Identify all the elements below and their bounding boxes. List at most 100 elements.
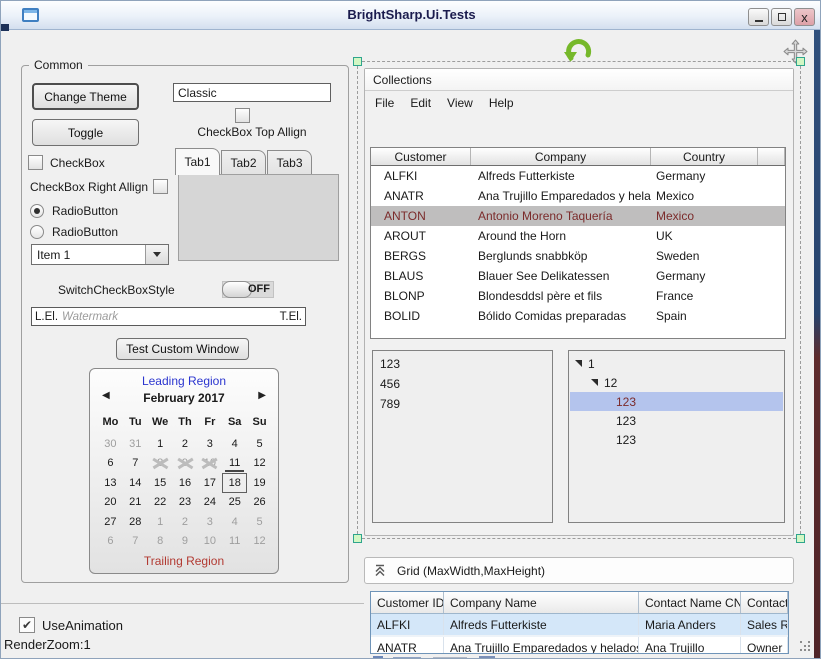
calendar-day[interactable]: 28 (123, 512, 148, 532)
calendar-day[interactable]: 17 (197, 473, 222, 493)
table-row[interactable]: BLAUSBlauer See DelikatessenGermany (371, 266, 785, 286)
theme-input[interactable]: Classic (173, 83, 331, 102)
table-row[interactable]: ANATRAna Trujillo Emparedados y heladosA… (371, 637, 788, 654)
resize-grip-icon[interactable] (800, 641, 812, 653)
table-row[interactable]: ALFKIAlfreds FutterkisteGermany (371, 166, 785, 186)
calendar-day[interactable]: 4 (222, 434, 247, 454)
calendar-day[interactable]: 19 (247, 473, 272, 493)
close-button[interactable]: x (794, 8, 815, 26)
column-header[interactable]: Country (651, 148, 758, 165)
calendar-day[interactable]: 21 (123, 493, 148, 513)
table-cell[interactable]: Mexico (651, 186, 758, 206)
tree-expander-icon[interactable] (591, 379, 598, 386)
checkbox-top-align[interactable] (235, 108, 250, 123)
calendar-day[interactable]: 11 (222, 454, 247, 474)
adorner-handle-top-right[interactable] (796, 57, 805, 66)
menu-item-file[interactable]: File (375, 96, 394, 110)
table-cell[interactable]: Alfreds Futterkiste (471, 166, 651, 186)
calendar-next-icon[interactable]: ▶ (258, 390, 266, 401)
table-cell[interactable]: AROUT (371, 226, 471, 246)
table-cell[interactable]: BOLID (371, 306, 471, 326)
column-header[interactable]: Customer ID (371, 592, 444, 613)
test-custom-window-button[interactable]: Test Custom Window (116, 338, 249, 360)
use-animation-checkbox[interactable]: ✔ (19, 617, 35, 633)
menu-item-edit[interactable]: Edit (410, 96, 431, 110)
table-cell[interactable]: Sweden (651, 246, 758, 266)
calendar-day[interactable]: 3 (197, 512, 222, 532)
change-theme-button[interactable]: Change Theme (32, 83, 139, 110)
calendar-day[interactable]: 8 (148, 454, 173, 474)
table-cell[interactable]: Antonio Moreno Taquería (471, 206, 651, 226)
calendar-day[interactable]: 27 (98, 512, 123, 532)
table-row[interactable]: BLONPBlondesddsl père et filsFrance (371, 286, 785, 306)
table-cell[interactable]: Germany (651, 266, 758, 286)
table-cell[interactable]: Ana Trujillo (639, 637, 741, 654)
table-row[interactable]: BERGSBerglunds snabbköpSweden (371, 246, 785, 266)
calendar-day[interactable]: 1 (148, 434, 173, 454)
adorner-handle-bottom-right[interactable] (796, 534, 805, 543)
table-cell[interactable]: Berglunds snabbköp (471, 246, 651, 266)
calendar-day[interactable]: 25 (222, 493, 247, 513)
calendar-day[interactable]: 24 (197, 493, 222, 513)
tab-2[interactable]: Tab2 (221, 150, 266, 175)
tree-leaf-item[interactable]: 123 (570, 392, 783, 411)
column-header[interactable]: Contact (741, 592, 788, 613)
tree-leaf-item[interactable]: 123 (570, 430, 783, 449)
menu-item-help[interactable]: Help (489, 96, 514, 110)
calendar-day[interactable]: 31 (123, 434, 148, 454)
title-bar[interactable]: BrightSharp.Ui.Tests x (1, 1, 821, 30)
column-header[interactable]: Contact Name CN (639, 592, 741, 613)
table-cell[interactable]: Owner (741, 637, 788, 654)
calendar-day[interactable]: 11 (222, 532, 247, 552)
calendar-day[interactable]: 10 (197, 454, 222, 474)
table-cell[interactable]: UK (651, 226, 758, 246)
calendar-day[interactable]: 18 (222, 473, 247, 493)
table-cell[interactable]: ALFKI (371, 166, 471, 186)
grid-expander-header[interactable]: Grid (MaxWidth,MaxHeight) (364, 557, 794, 584)
list-item[interactable]: 789 (373, 394, 552, 414)
collapse-icon[interactable] (374, 564, 386, 577)
calendar-day[interactable]: 5 (247, 512, 272, 532)
table-cell[interactable]: France (651, 286, 758, 306)
calendar-day[interactable]: 6 (98, 532, 123, 552)
table-cell[interactable]: Sales Re (741, 614, 788, 635)
calendar-day[interactable]: 7 (123, 454, 148, 474)
table-cell[interactable]: Blondesddsl père et fils (471, 286, 651, 306)
table-row[interactable]: BOLIDBólido Comidas preparadasSpain (371, 306, 785, 326)
table-cell[interactable]: ALFKI (371, 614, 444, 635)
column-header[interactable]: Company (471, 148, 651, 165)
table-cell[interactable]: Ana Trujillo Emparedados y helados (444, 637, 639, 654)
toggle-button[interactable]: Toggle (32, 119, 139, 146)
watermark-textbox[interactable]: L.El. Watermark T.El. (31, 307, 306, 326)
table-cell[interactable]: Germany (651, 166, 758, 186)
table-cell[interactable]: Around the Horn (471, 226, 651, 246)
calendar-day[interactable]: 2 (173, 512, 198, 532)
list-item[interactable]: 123 (373, 354, 552, 374)
calendar-day[interactable]: 15 (148, 473, 173, 493)
tab-3[interactable]: Tab3 (267, 150, 312, 175)
calendar-day[interactable]: 9 (173, 454, 198, 474)
table-cell[interactable]: Spain (651, 306, 758, 326)
maximize-button[interactable] (771, 8, 792, 26)
checkbox-right-align[interactable] (153, 179, 168, 194)
combobox[interactable]: Item 1 (31, 244, 169, 265)
calendar-day[interactable]: 4 (222, 512, 247, 532)
table-row[interactable]: AROUTAround the HornUK (371, 226, 785, 246)
tree-node-root[interactable]: 1 (569, 354, 784, 373)
table-cell[interactable]: Maria Anders (639, 614, 741, 635)
switch-checkbox[interactable]: OFF (222, 281, 274, 298)
table-cell[interactable]: Blauer See Delikatessen (471, 266, 651, 286)
column-header[interactable]: Customer (371, 148, 471, 165)
calendar-day[interactable]: 23 (173, 493, 198, 513)
radio-button-1[interactable] (30, 204, 44, 218)
table-row[interactable]: ANATRAna Trujillo Emparedados y helaMexi… (371, 186, 785, 206)
adorner-handle-bottom-left[interactable] (353, 534, 362, 543)
calendar-day[interactable]: 14 (123, 473, 148, 493)
calendar-day[interactable]: 1 (148, 512, 173, 532)
calendar-day[interactable]: 8 (148, 532, 173, 552)
refresh-icon[interactable] (561, 36, 597, 64)
calendar-day[interactable]: 6 (98, 454, 123, 474)
tab-1[interactable]: Tab1 (175, 148, 220, 175)
table-cell[interactable]: ANATR (371, 637, 444, 654)
table-row[interactable]: ANTONAntonio Moreno TaqueríaMexico (371, 206, 785, 226)
